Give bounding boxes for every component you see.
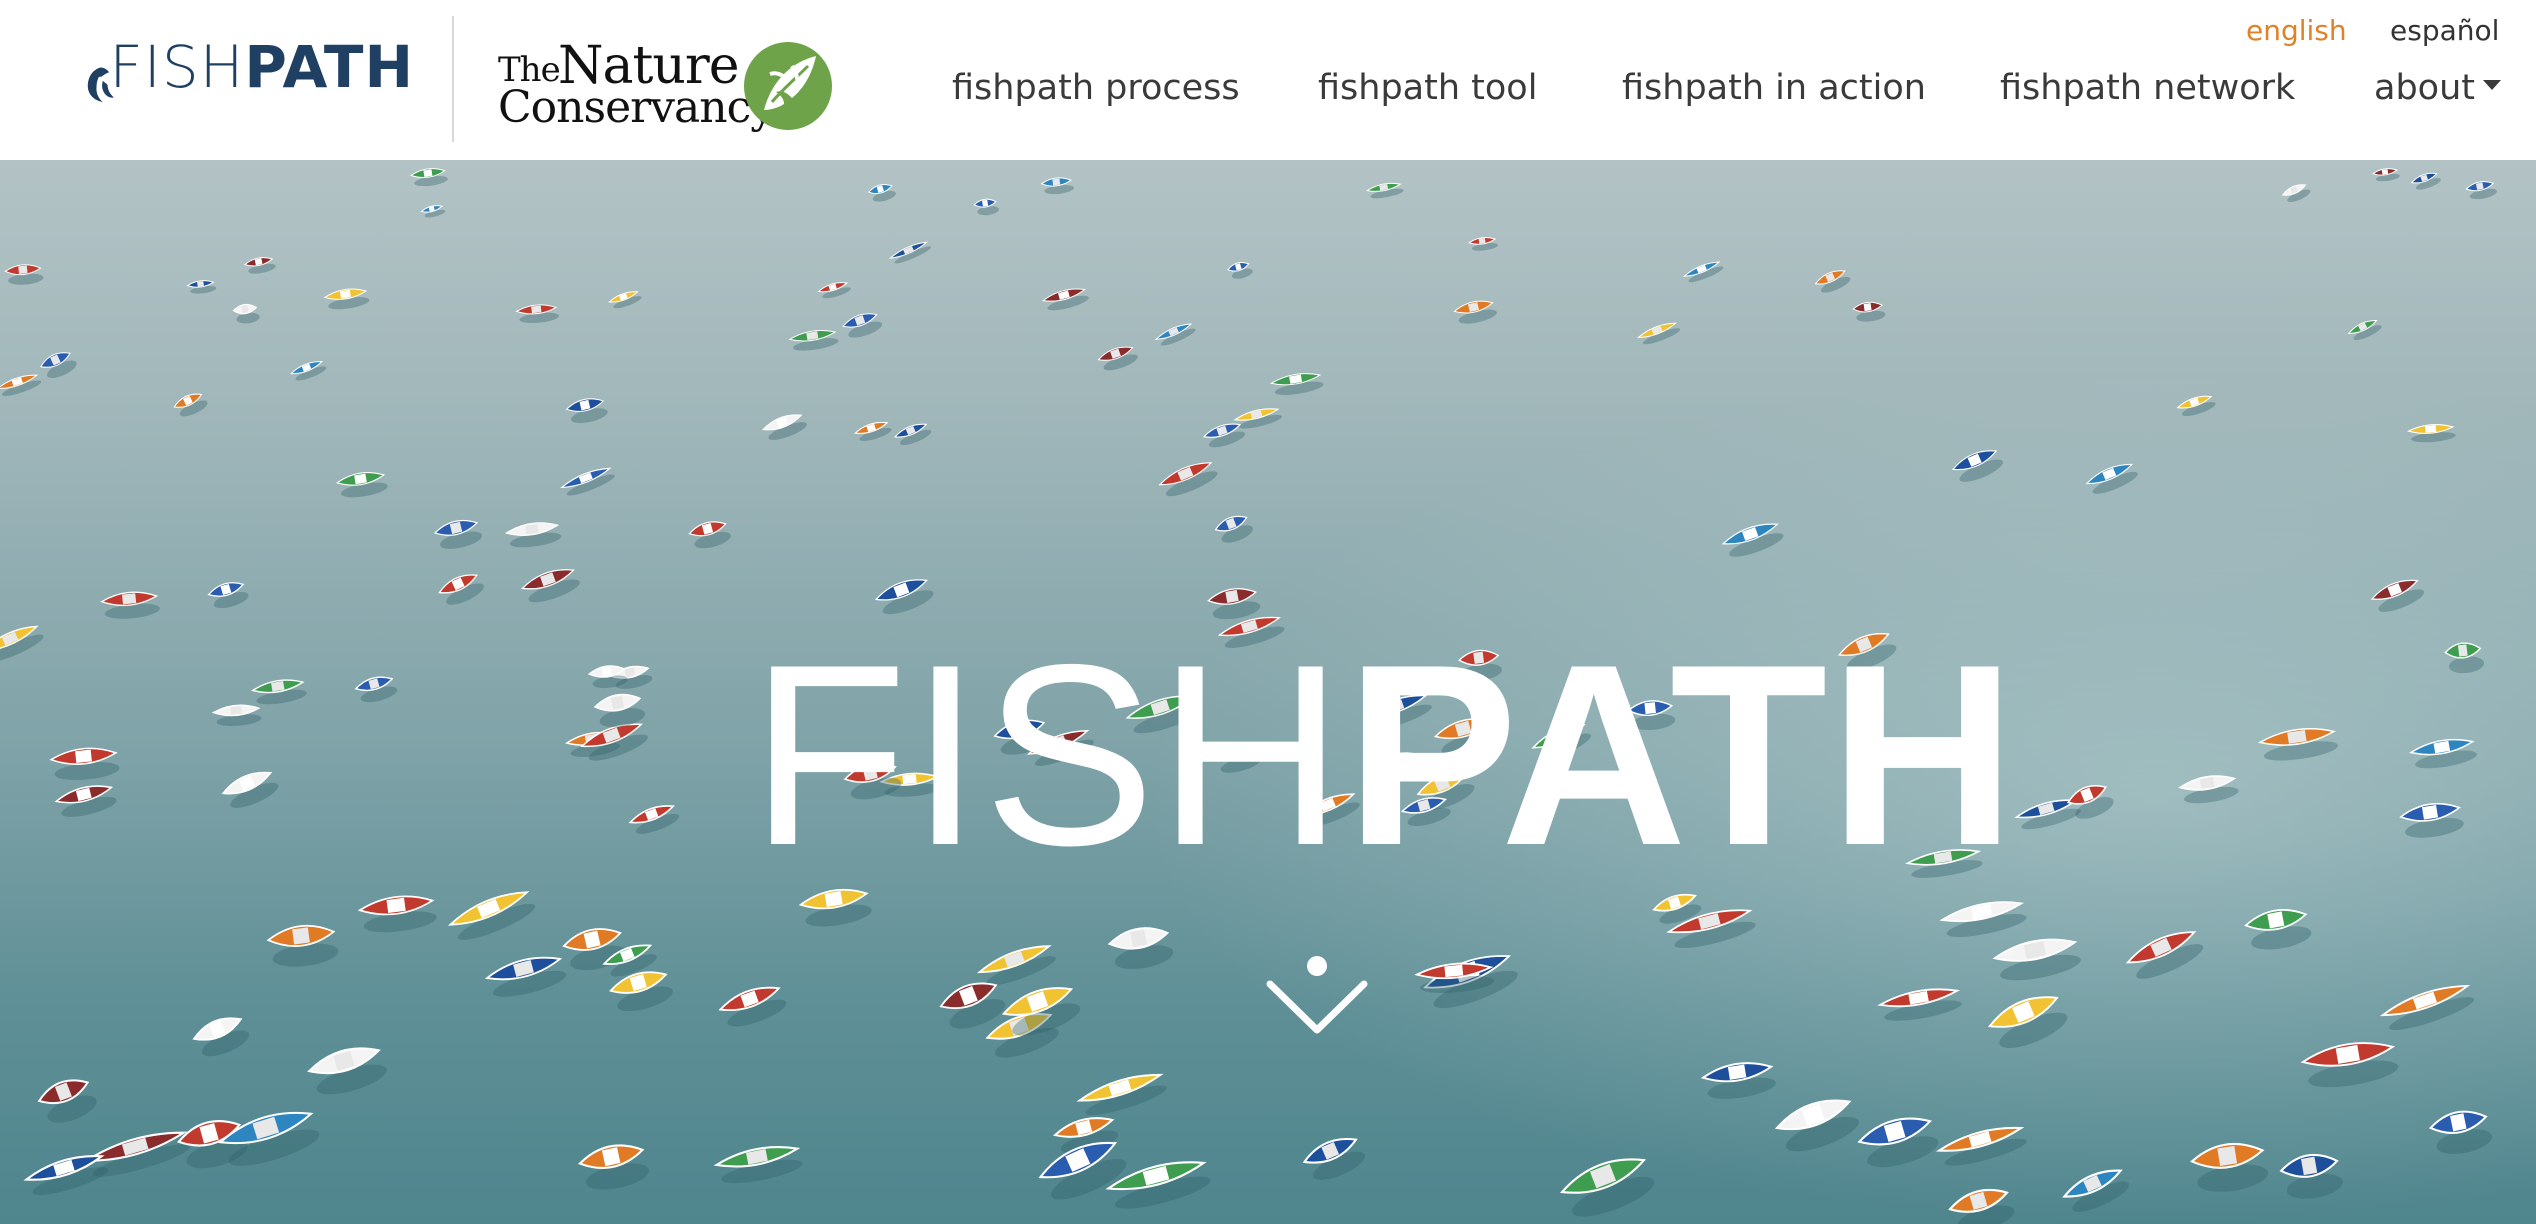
hero-title-path: PATH [1345, 610, 2018, 899]
language-spanish-link[interactable]: español [2390, 14, 2499, 47]
hero-title-fish: FISH [750, 610, 1346, 899]
caret-down-icon [2482, 80, 2501, 90]
tnc-conservancy: Conservancy [498, 82, 775, 133]
oak-leaf-icon [744, 42, 832, 130]
nav-fishpath-tool[interactable]: fishpath tool [1318, 68, 1537, 108]
fishpath-logo[interactable]: FISHPATH [84, 36, 414, 134]
nav-fishpath-network[interactable]: fishpath network [2000, 68, 2295, 108]
site-header: FISHPATH The Nature Conservancy english … [0, 0, 2536, 160]
chevron-down-icon[interactable] [1262, 950, 1372, 1040]
logo-divider [452, 16, 454, 142]
fishpath-wordmark: FISHPATH [109, 36, 414, 98]
logo-text-fish: FISH [109, 33, 245, 101]
logo-text-path: PATH [244, 33, 414, 101]
nav-fishpath-in-action[interactable]: fishpath in action [1622, 68, 1926, 108]
nav-about-dropdown[interactable]: about [2374, 68, 2501, 108]
nav-about-label: about [2374, 68, 2475, 108]
hero-title: FISHPATH [750, 615, 2016, 895]
language-english-link[interactable]: english [2246, 14, 2347, 47]
hero-banner: FISHPATH [0, 160, 2536, 1224]
nav-fishpath-process[interactable]: fishpath process [952, 68, 1240, 108]
nature-conservancy-logo[interactable]: The Nature Conservancy [498, 36, 838, 138]
